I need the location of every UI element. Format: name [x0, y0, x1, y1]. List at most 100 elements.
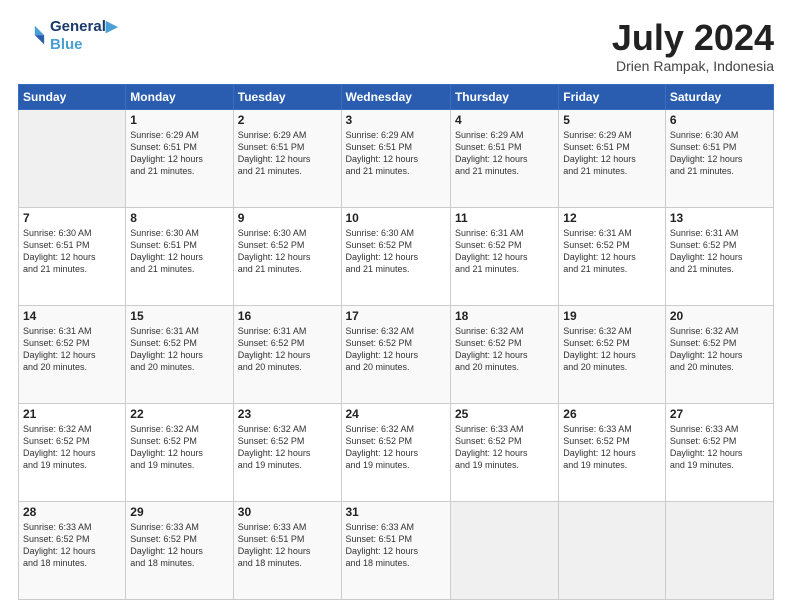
- day-number: 2: [238, 113, 337, 127]
- calendar-cell: 31 Sunrise: 6:33 AM Sunset: 6:51 PM Dayli…: [341, 501, 450, 599]
- calendar-cell: 2 Sunrise: 6:29 AM Sunset: 6:51 PM Daylig…: [233, 109, 341, 207]
- day-info: Sunrise: 6:32 AM Sunset: 6:52 PM Dayligh…: [455, 325, 554, 374]
- day-number: 24: [346, 407, 446, 421]
- day-info: Sunrise: 6:31 AM Sunset: 6:52 PM Dayligh…: [130, 325, 228, 374]
- day-number: 23: [238, 407, 337, 421]
- calendar-cell: 5 Sunrise: 6:29 AM Sunset: 6:51 PM Daylig…: [559, 109, 666, 207]
- day-info: Sunrise: 6:33 AM Sunset: 6:52 PM Dayligh…: [670, 423, 769, 472]
- location: Drien Rampak, Indonesia: [612, 58, 774, 74]
- title-block: July 2024 Drien Rampak, Indonesia: [612, 18, 774, 74]
- day-number: 5: [563, 113, 661, 127]
- calendar-week-4: 28 Sunrise: 6:33 AM Sunset: 6:52 PM Dayli…: [19, 501, 774, 599]
- calendar-cell: 29 Sunrise: 6:33 AM Sunset: 6:52 PM Dayli…: [126, 501, 233, 599]
- day-number: 1: [130, 113, 228, 127]
- calendar-week-3: 21 Sunrise: 6:32 AM Sunset: 6:52 PM Dayli…: [19, 403, 774, 501]
- day-number: 26: [563, 407, 661, 421]
- day-info: Sunrise: 6:31 AM Sunset: 6:52 PM Dayligh…: [670, 227, 769, 276]
- calendar-cell: 23 Sunrise: 6:32 AM Sunset: 6:52 PM Dayli…: [233, 403, 341, 501]
- col-friday: Friday: [559, 84, 666, 109]
- calendar-cell: [19, 109, 126, 207]
- calendar-header-row: Sunday Monday Tuesday Wednesday Thursday…: [19, 84, 774, 109]
- day-number: 13: [670, 211, 769, 225]
- day-info: Sunrise: 6:30 AM Sunset: 6:51 PM Dayligh…: [23, 227, 121, 276]
- day-info: Sunrise: 6:33 AM Sunset: 6:52 PM Dayligh…: [455, 423, 554, 472]
- day-info: Sunrise: 6:31 AM Sunset: 6:52 PM Dayligh…: [455, 227, 554, 276]
- logo-text: General▶ Blue: [50, 18, 117, 54]
- calendar-cell: 9 Sunrise: 6:30 AM Sunset: 6:52 PM Daylig…: [233, 207, 341, 305]
- day-number: 28: [23, 505, 121, 519]
- day-info: Sunrise: 6:30 AM Sunset: 6:51 PM Dayligh…: [130, 227, 228, 276]
- day-number: 8: [130, 211, 228, 225]
- calendar-cell: 3 Sunrise: 6:29 AM Sunset: 6:51 PM Daylig…: [341, 109, 450, 207]
- day-number: 3: [346, 113, 446, 127]
- day-number: 4: [455, 113, 554, 127]
- day-info: Sunrise: 6:32 AM Sunset: 6:52 PM Dayligh…: [238, 423, 337, 472]
- header: General▶ Blue July 2024 Drien Rampak, In…: [18, 18, 774, 74]
- day-number: 29: [130, 505, 228, 519]
- day-number: 9: [238, 211, 337, 225]
- day-number: 15: [130, 309, 228, 323]
- col-saturday: Saturday: [665, 84, 773, 109]
- day-number: 30: [238, 505, 337, 519]
- day-info: Sunrise: 6:30 AM Sunset: 6:51 PM Dayligh…: [670, 129, 769, 178]
- day-info: Sunrise: 6:32 AM Sunset: 6:52 PM Dayligh…: [346, 423, 446, 472]
- day-info: Sunrise: 6:32 AM Sunset: 6:52 PM Dayligh…: [23, 423, 121, 472]
- day-info: Sunrise: 6:33 AM Sunset: 6:52 PM Dayligh…: [23, 521, 121, 570]
- day-number: 18: [455, 309, 554, 323]
- calendar-cell: 30 Sunrise: 6:33 AM Sunset: 6:51 PM Dayli…: [233, 501, 341, 599]
- day-info: Sunrise: 6:33 AM Sunset: 6:52 PM Dayligh…: [130, 521, 228, 570]
- day-info: Sunrise: 6:29 AM Sunset: 6:51 PM Dayligh…: [238, 129, 337, 178]
- calendar-cell: 11 Sunrise: 6:31 AM Sunset: 6:52 PM Dayli…: [450, 207, 558, 305]
- calendar-cell: 18 Sunrise: 6:32 AM Sunset: 6:52 PM Dayli…: [450, 305, 558, 403]
- calendar-cell: 12Sunrise: 6:31 AM Sunset: 6:52 PM Dayli…: [559, 207, 666, 305]
- day-number: 20: [670, 309, 769, 323]
- calendar-cell: 1 Sunrise: 6:29 AM Sunset: 6:51 PM Daylig…: [126, 109, 233, 207]
- calendar-week-2: 14 Sunrise: 6:31 AM Sunset: 6:52 PM Dayli…: [19, 305, 774, 403]
- day-number: 16: [238, 309, 337, 323]
- day-info: Sunrise: 6:33 AM Sunset: 6:51 PM Dayligh…: [346, 521, 446, 570]
- day-number: 7: [23, 211, 121, 225]
- day-info: Sunrise: 6:29 AM Sunset: 6:51 PM Dayligh…: [455, 129, 554, 178]
- calendar-cell: 19Sunrise: 6:32 AM Sunset: 6:52 PM Dayli…: [559, 305, 666, 403]
- calendar-cell: 27 Sunrise: 6:33 AM Sunset: 6:52 PM Dayli…: [665, 403, 773, 501]
- day-info: Sunrise: 6:32 AM Sunset: 6:52 PM Dayligh…: [670, 325, 769, 374]
- col-thursday: Thursday: [450, 84, 558, 109]
- calendar-cell: 22Sunrise: 6:32 AM Sunset: 6:52 PM Dayli…: [126, 403, 233, 501]
- day-number: 10: [346, 211, 446, 225]
- calendar-week-0: 1 Sunrise: 6:29 AM Sunset: 6:51 PM Daylig…: [19, 109, 774, 207]
- day-info: Sunrise: 6:30 AM Sunset: 6:52 PM Dayligh…: [238, 227, 337, 276]
- day-number: 31: [346, 505, 446, 519]
- page: General▶ Blue July 2024 Drien Rampak, In…: [0, 0, 792, 612]
- calendar-week-1: 7 Sunrise: 6:30 AM Sunset: 6:51 PM Daylig…: [19, 207, 774, 305]
- calendar-cell: 25Sunrise: 6:33 AM Sunset: 6:52 PM Dayli…: [450, 403, 558, 501]
- day-info: Sunrise: 6:29 AM Sunset: 6:51 PM Dayligh…: [563, 129, 661, 178]
- month-title: July 2024: [612, 18, 774, 58]
- calendar-cell: 4 Sunrise: 6:29 AM Sunset: 6:51 PM Daylig…: [450, 109, 558, 207]
- day-number: 6: [670, 113, 769, 127]
- day-number: 21: [23, 407, 121, 421]
- day-info: Sunrise: 6:31 AM Sunset: 6:52 PM Dayligh…: [23, 325, 121, 374]
- col-monday: Monday: [126, 84, 233, 109]
- day-info: Sunrise: 6:31 AM Sunset: 6:52 PM Dayligh…: [563, 227, 661, 276]
- day-number: 14: [23, 309, 121, 323]
- logo: General▶ Blue: [18, 18, 117, 54]
- day-number: 17: [346, 309, 446, 323]
- day-info: Sunrise: 6:29 AM Sunset: 6:51 PM Dayligh…: [346, 129, 446, 178]
- day-info: Sunrise: 6:32 AM Sunset: 6:52 PM Dayligh…: [346, 325, 446, 374]
- day-number: 22: [130, 407, 228, 421]
- calendar-cell: 10Sunrise: 6:30 AM Sunset: 6:52 PM Dayli…: [341, 207, 450, 305]
- logo-icon: [18, 22, 46, 50]
- day-number: 19: [563, 309, 661, 323]
- calendar-cell: 8 Sunrise: 6:30 AM Sunset: 6:51 PM Daylig…: [126, 207, 233, 305]
- calendar-cell: 7 Sunrise: 6:30 AM Sunset: 6:51 PM Daylig…: [19, 207, 126, 305]
- calendar-cell: 6 Sunrise: 6:30 AM Sunset: 6:51 PM Daylig…: [665, 109, 773, 207]
- calendar-cell: 13 Sunrise: 6:31 AM Sunset: 6:52 PM Dayli…: [665, 207, 773, 305]
- day-info: Sunrise: 6:29 AM Sunset: 6:51 PM Dayligh…: [130, 129, 228, 178]
- day-number: 27: [670, 407, 769, 421]
- day-info: Sunrise: 6:33 AM Sunset: 6:51 PM Dayligh…: [238, 521, 337, 570]
- day-number: 11: [455, 211, 554, 225]
- calendar-cell: [559, 501, 666, 599]
- calendar-cell: 17 Sunrise: 6:32 AM Sunset: 6:52 PM Dayli…: [341, 305, 450, 403]
- calendar-cell: [665, 501, 773, 599]
- calendar-cell: [450, 501, 558, 599]
